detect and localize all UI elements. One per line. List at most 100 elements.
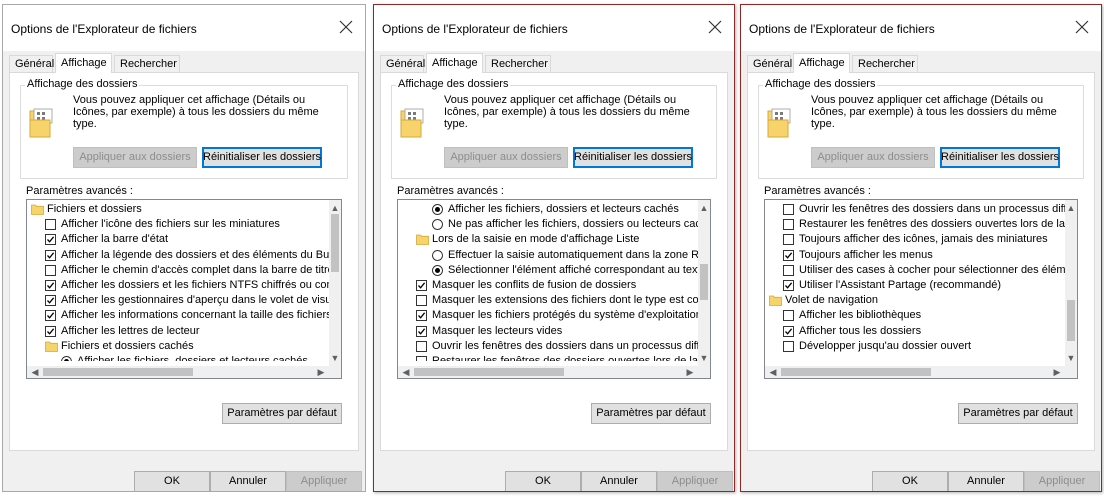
checkbox-unchecked[interactable] [416,340,427,352]
tab-affichage[interactable]: Affichage [55,53,112,73]
setting-row[interactable]: Afficher le chemin d'accès complet dans … [29,263,329,278]
checkbox-checked[interactable] [45,325,56,337]
checkbox-checked[interactable] [45,310,56,322]
advanced-settings-list[interactable]: Afficher les fichiers, dossiers et lecte… [397,199,711,379]
setting-row[interactable]: Afficher les gestionnaires d'aperçu dans… [29,293,329,308]
tab-rechercher[interactable]: Rechercher [852,55,918,72]
setting-row[interactable]: Afficher les fichiers, dossiers et lecte… [400,202,698,217]
chevron-up-icon[interactable]: ▲ [1065,202,1077,214]
setting-row[interactable]: Sélectionner l'élément affiché correspon… [400,263,698,278]
chevron-left-icon[interactable]: ◀ [29,366,41,378]
horizontal-scroll-thumb[interactable] [43,368,193,376]
radio-selected[interactable] [432,264,443,276]
checkbox-checked[interactable] [45,249,56,261]
cancel-button[interactable]: Annuler [581,471,657,491]
radio-unselected[interactable] [432,219,443,231]
setting-row[interactable]: Afficher les dossiers et les fichiers NT… [29,278,329,293]
setting-row[interactable]: Toujours afficher des icônes, jamais des… [767,232,1065,247]
vertical-scroll-thumb[interactable] [1067,299,1075,341]
ok-button[interactable]: OK [872,471,948,491]
setting-row[interactable]: Masquer les lecteurs vides [400,324,698,339]
horizontal-scroll-thumb[interactable] [414,368,564,376]
checkbox-checked[interactable] [416,325,427,337]
setting-row[interactable]: Masquer les fichiers protégés du système… [400,308,698,323]
chevron-down-icon[interactable]: ▼ [698,352,710,364]
vertical-scroll-thumb[interactable] [700,263,708,300]
setting-row[interactable]: Toujours afficher les menus [767,248,1065,263]
chevron-down-icon[interactable]: ▼ [1065,352,1077,364]
restore-defaults-button[interactable]: Paramètres par défaut [958,403,1078,424]
radio-unselected[interactable] [432,249,443,261]
chevron-left-icon[interactable]: ◀ [400,366,412,378]
cancel-button[interactable]: Annuler [210,471,286,491]
setting-row[interactable]: Effectuer la saisie automatiquement dans… [400,248,698,263]
checkbox-unchecked[interactable] [783,219,794,231]
radio-selected[interactable] [61,355,72,361]
apply-to-folders-button[interactable]: Appliquer aux dossiers [811,147,935,168]
cancel-button[interactable]: Annuler [948,471,1024,491]
checkbox-unchecked[interactable] [783,234,794,246]
setting-row[interactable]: Afficher les fichiers, dossiers et lecte… [29,354,329,361]
checkbox-unchecked[interactable] [45,264,56,276]
tab-affichage[interactable]: Affichage [426,53,483,73]
setting-row[interactable]: Volet de navigation [767,293,1065,308]
apply-button[interactable]: Appliquer [657,471,733,491]
checkbox-unchecked[interactable] [416,355,427,361]
setting-row[interactable]: Utiliser l'Assistant Partage (recommandé… [767,278,1065,293]
apply-button[interactable]: Appliquer [1024,471,1100,491]
setting-row[interactable]: Afficher l'icône des fichiers sur les mi… [29,217,329,232]
chevron-right-icon[interactable]: ▶ [1051,366,1063,378]
setting-row[interactable]: Ouvrir les fenêtres des dossiers dans un… [767,202,1065,217]
checkbox-checked[interactable] [783,279,794,291]
tab-general[interactable]: Général [9,55,54,72]
reset-folders-button[interactable]: Réinitialiser les dossiers [940,147,1060,168]
setting-row[interactable]: Ouvrir les fenêtres des dossiers dans un… [400,339,698,354]
setting-row[interactable]: Afficher les lettres de lecteur [29,324,329,339]
checkbox-checked[interactable] [416,279,427,291]
apply-to-folders-button[interactable]: Appliquer aux dossiers [444,147,568,168]
setting-row[interactable]: Restaurer les fenêtres des dossiers ouve… [400,354,698,361]
close-icon[interactable] [704,16,726,38]
vertical-scrollbar[interactable]: ▲ ▼ [1065,200,1077,366]
radio-selected[interactable] [432,204,443,215]
setting-row[interactable]: Ne pas afficher les fichiers, dossiers o… [400,217,698,232]
checkbox-unchecked[interactable] [783,204,794,215]
setting-row[interactable]: Afficher tous les dossiers [767,324,1065,339]
restore-defaults-button[interactable]: Paramètres par défaut [222,403,342,424]
checkbox-unchecked[interactable] [416,295,427,307]
setting-row[interactable]: Fichiers et dossiers [29,202,329,217]
tab-rechercher[interactable]: Rechercher [485,55,551,72]
setting-row[interactable]: Masquer les conflits de fusion de dossie… [400,278,698,293]
setting-row[interactable]: Fichiers et dossiers cachés [29,339,329,354]
chevron-up-icon[interactable]: ▲ [698,202,710,214]
horizontal-scrollbar[interactable]: ◀ ▶ [27,366,341,378]
setting-row[interactable]: Restaurer les fenêtres des dossiers ouve… [767,217,1065,232]
reset-folders-button[interactable]: Réinitialiser les dossiers [573,147,693,168]
ok-button[interactable]: OK [134,471,210,491]
setting-row[interactable]: Afficher les informations concernant la … [29,308,329,323]
apply-to-folders-button[interactable]: Appliquer aux dossiers [73,147,197,168]
checkbox-unchecked[interactable] [783,310,794,322]
setting-row[interactable]: Développer jusqu'au dossier ouvert [767,339,1065,354]
horizontal-scroll-thumb[interactable] [781,368,931,376]
chevron-right-icon[interactable]: ▶ [315,366,327,378]
checkbox-checked[interactable] [783,249,794,261]
horizontal-scrollbar[interactable]: ◀ ▶ [765,366,1077,378]
vertical-scrollbar[interactable]: ▲ ▼ [329,200,341,366]
advanced-settings-list[interactable]: Ouvrir les fenêtres des dossiers dans un… [764,199,1078,379]
setting-row[interactable]: Utiliser des cases à cocher pour sélecti… [767,263,1065,278]
checkbox-checked[interactable] [783,325,794,337]
apply-button[interactable]: Appliquer [286,471,362,491]
checkbox-checked[interactable] [416,310,427,322]
setting-row[interactable]: Afficher les bibliothèques [767,308,1065,323]
tab-rechercher[interactable]: Rechercher [114,55,180,72]
advanced-settings-list[interactable]: Fichiers et dossiers Afficher l'icône des… [26,199,342,379]
vertical-scroll-thumb[interactable] [331,214,339,272]
tab-general[interactable]: Général [747,55,792,72]
restore-defaults-button[interactable]: Paramètres par défaut [591,403,711,424]
chevron-up-icon[interactable]: ▲ [329,202,341,214]
ok-button[interactable]: OK [505,471,581,491]
vertical-scrollbar[interactable]: ▲ ▼ [698,200,710,366]
setting-row[interactable]: Afficher la barre d'état [29,232,329,247]
checkbox-checked[interactable] [45,279,56,291]
